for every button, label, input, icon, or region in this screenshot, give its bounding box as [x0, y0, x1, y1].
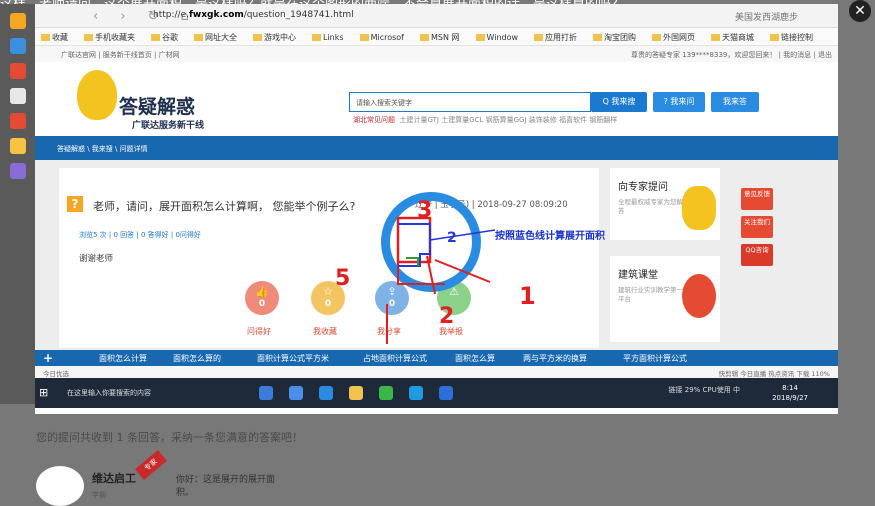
annotation-3: 3	[417, 198, 433, 223]
edge-icon[interactable]	[319, 386, 333, 400]
tab-5[interactable]: 两与平方米的换算	[523, 353, 587, 364]
game-icon[interactable]	[9, 113, 26, 129]
answer-card: 专家 维达启工 学霸 你好：这是展开的展开面积。	[36, 449, 286, 506]
windows-icon[interactable]: ⊞	[39, 386, 48, 399]
tab-strip: + 面积怎么计算 面积怎么算的 面积计算公式平方米 占地面积计算公式 面积怎么算…	[35, 350, 838, 366]
tab-1[interactable]: 面积怎么算的	[173, 353, 221, 364]
music-icon[interactable]	[9, 163, 26, 179]
plus-icon[interactable]: +	[43, 351, 53, 365]
notes-icon[interactable]	[9, 138, 26, 154]
taskbar: ⊞ 在这里输入你要搜索的内容 链接 29% CPU使用 中 8:14 2018/9…	[35, 378, 838, 408]
left-rail	[0, 4, 35, 404]
tab-3[interactable]: 占地面积计算公式	[363, 353, 427, 364]
clock[interactable]: 8:14 2018/9/27	[772, 383, 808, 403]
app-icon[interactable]	[9, 88, 26, 104]
screenshot-window: ‹ › ↻ ⌂ http://e.fwxgk.com/question_1948…	[35, 4, 838, 414]
annotation-2a: 2	[447, 230, 457, 246]
answerer-logo	[36, 466, 84, 506]
annotation-2b: 2	[439, 304, 455, 329]
ie-icon[interactable]	[289, 386, 303, 400]
browser-360-icon[interactable]	[379, 386, 393, 400]
answerer-name[interactable]: 维达启工	[92, 470, 136, 486]
folder-icon[interactable]	[349, 386, 363, 400]
mail-icon[interactable]	[409, 386, 423, 400]
annotation-1: 1	[519, 282, 536, 310]
system-tray[interactable]: 链接 29% CPU使用 中	[669, 385, 740, 395]
taskbar-search[interactable]: 在这里输入你要搜索的内容	[53, 384, 213, 402]
tab-2[interactable]: 面积计算公式平方米	[257, 353, 329, 364]
annotation-note: 按照蓝色线计算展开面积	[495, 231, 605, 242]
star-icon[interactable]	[9, 13, 26, 29]
app-g-icon[interactable]	[439, 386, 453, 400]
panel-icon[interactable]	[9, 38, 26, 54]
close-icon[interactable]: ✕	[849, 0, 871, 22]
answer-text: 你好：这是展开的展开面积。	[176, 475, 276, 498]
answerer-title: 学霸	[92, 491, 106, 499]
tab-6[interactable]: 平方面积计算公式	[623, 353, 687, 364]
tab-0[interactable]: 面积怎么计算	[99, 353, 147, 364]
weibo-icon[interactable]	[9, 63, 26, 79]
answers-summary: 您的提问共收到 1 条回答，采纳一条您满意的答案吧！	[36, 431, 303, 444]
tab-4[interactable]: 面积怎么算	[455, 353, 495, 364]
expert-ribbon: 专家	[135, 449, 167, 481]
annotation-5: 5	[335, 266, 351, 291]
taskview-icon[interactable]	[259, 386, 273, 400]
status-bar: 今日优选 快剪辑 今日直播 热点资讯 下载 110%	[35, 366, 838, 378]
